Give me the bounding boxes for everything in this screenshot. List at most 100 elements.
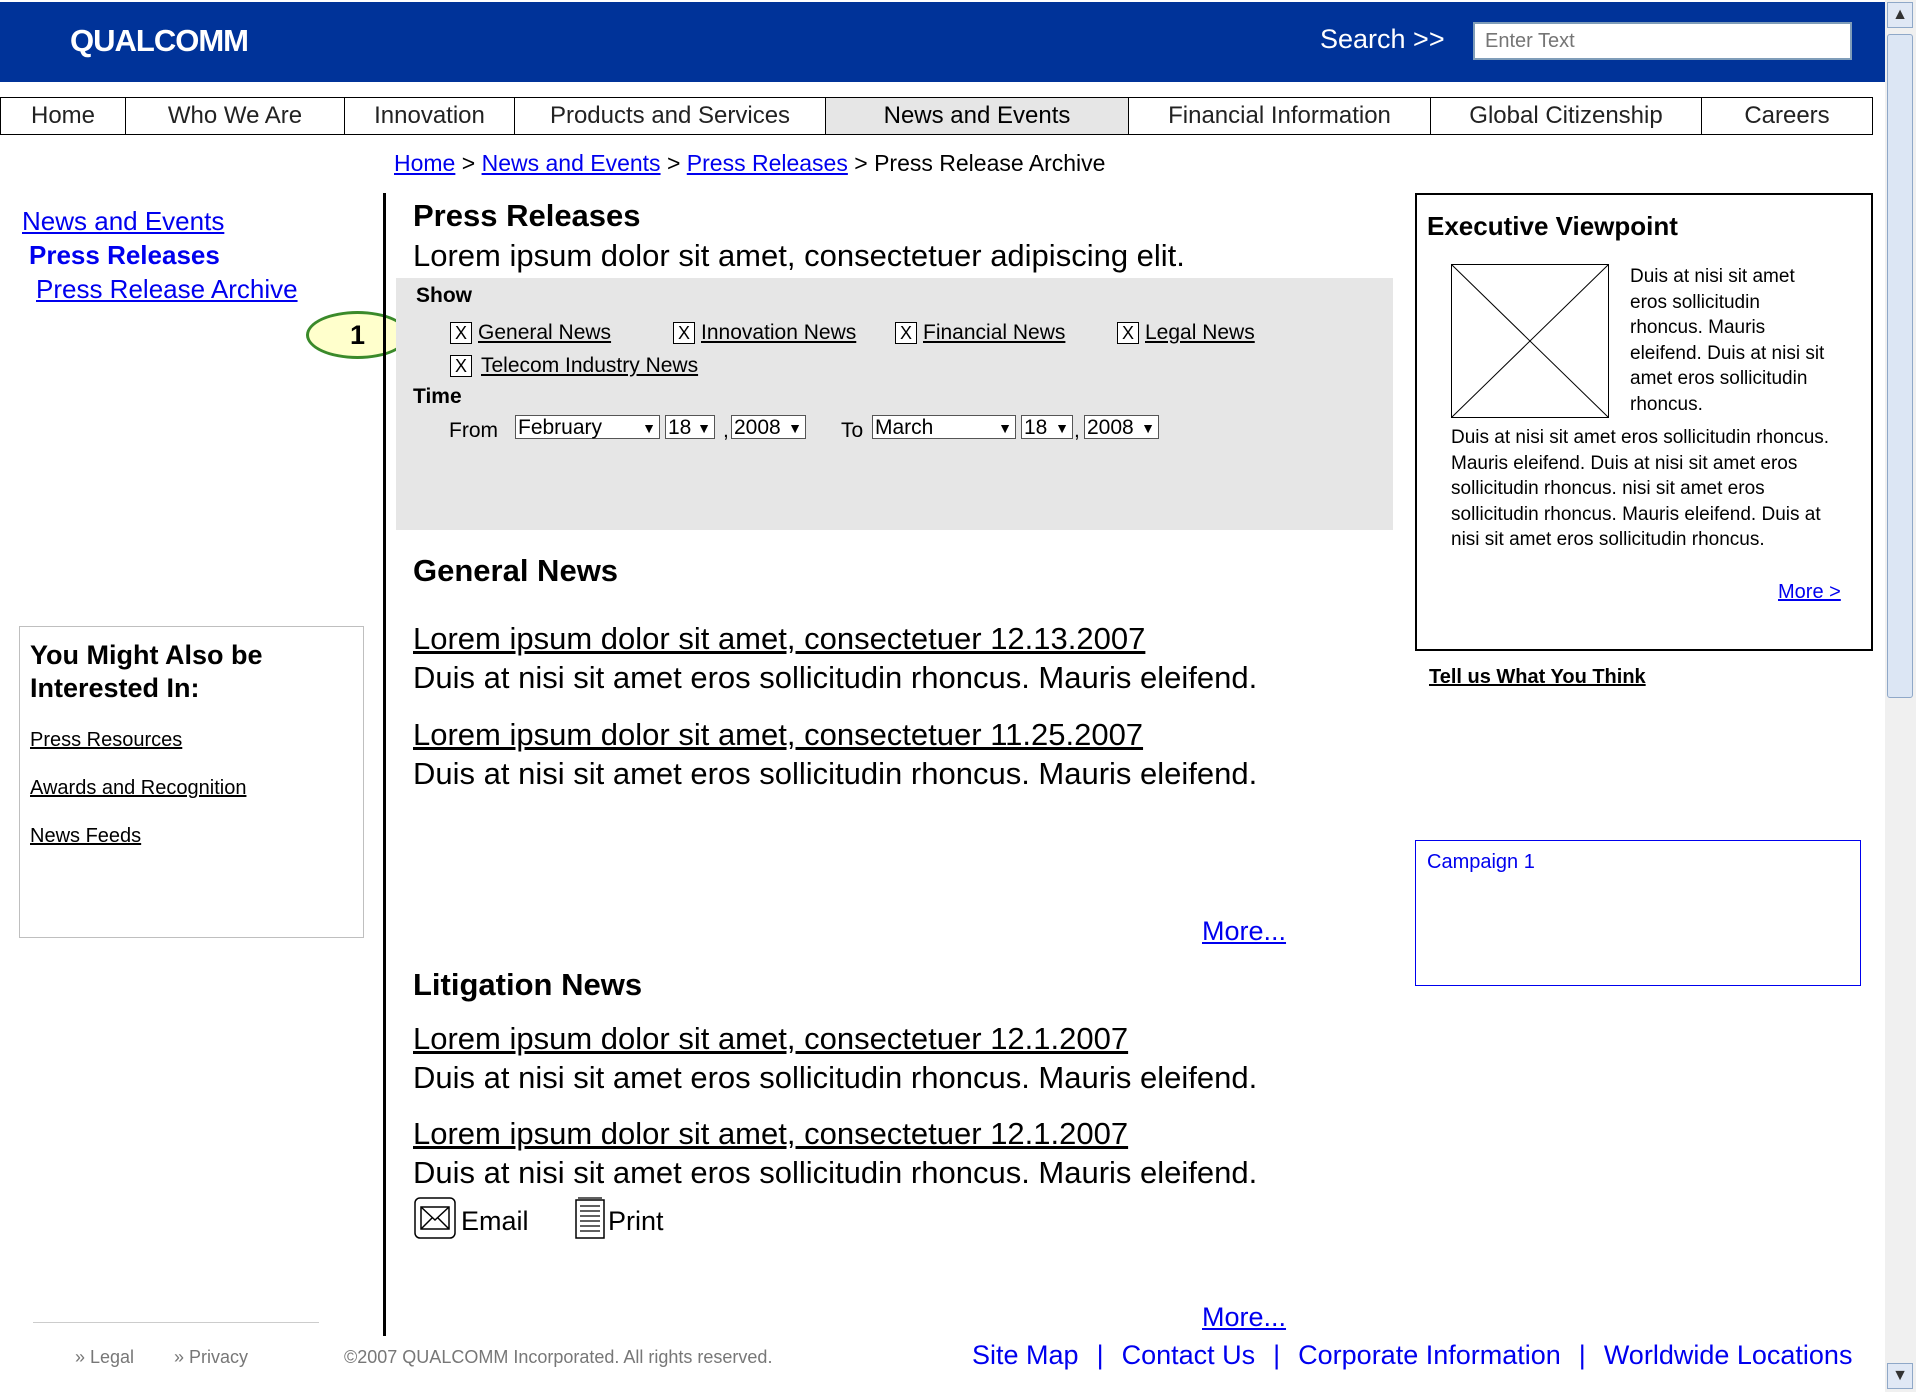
email-label[interactable]: Email: [461, 1206, 529, 1237]
qualcomm-logo[interactable]: QUALCOMM: [70, 23, 249, 59]
dropdown-arrow-icon: ▼: [788, 420, 802, 436]
filter-financial-news[interactable]: X Financial News: [895, 321, 1065, 345]
vertical-scrollbar[interactable]: ▲ ▼: [1885, 0, 1916, 1392]
breadcrumb-separator: >: [847, 150, 875, 176]
filter-general-news[interactable]: X General News: [450, 321, 611, 345]
footer-links: Site Map | Contact Us | Corporate Informatio…: [972, 1340, 1852, 1371]
related-title: You Might Also be Interested In:: [30, 640, 263, 703]
news-item-title[interactable]: Lorem ipsum dolor sit amet, consectetuer…: [413, 717, 1143, 753]
breadcrumb-press-releases[interactable]: Press Releases: [687, 150, 848, 176]
footer-privacy-link[interactable]: » Privacy: [174, 1347, 248, 1368]
news-item-title[interactable]: Lorem ipsum dolor sit amet, consectetuer…: [413, 1116, 1128, 1152]
email-action[interactable]: Email: [413, 1196, 529, 1247]
filter-legal-news[interactable]: X Legal News: [1117, 321, 1255, 345]
breadcrumb-home[interactable]: Home: [394, 150, 455, 176]
checkbox[interactable]: X: [673, 322, 695, 344]
nav-financial-information[interactable]: Financial Information: [1129, 98, 1431, 134]
related-link-news-feeds[interactable]: News Feeds: [30, 825, 353, 848]
executive-viewpoint-text: Duis at nisi sit amet eros sollicitudin …: [1630, 266, 1825, 415]
left-nav-press-release-archive[interactable]: Press Release Archive: [36, 274, 298, 305]
nav-innovation[interactable]: Innovation: [345, 98, 515, 134]
nav-news-and-events[interactable]: News and Events: [826, 98, 1129, 134]
news-item-desc: Duis at nisi sit amet eros sollicitudin …: [413, 1155, 1258, 1190]
time-label: Time: [413, 385, 462, 408]
related-link-awards[interactable]: Awards and Recognition: [30, 777, 353, 800]
to-label: To: [841, 419, 864, 442]
column-divider: [383, 193, 386, 1336]
print-document-icon: [574, 1196, 606, 1247]
scroll-up-icon[interactable]: ▲: [1887, 2, 1913, 28]
image-placeholder-icon: [1450, 263, 1610, 419]
left-nav-press-releases[interactable]: Press Releases: [29, 240, 220, 271]
news-item-desc: Duis at nisi sit amet eros sollicitudin …: [413, 1060, 1258, 1095]
checkbox[interactable]: X: [450, 322, 472, 344]
footer-copyright: ©2007 QUALCOMM Incorporated. All rights …: [344, 1347, 773, 1367]
filter-innovation-news[interactable]: X Innovation News: [673, 321, 856, 345]
breadcrumb-news-and-events[interactable]: News and Events: [482, 150, 661, 176]
select-value: March: [875, 416, 934, 439]
from-month-select[interactable]: February ▼: [515, 415, 660, 439]
select-value: 18: [668, 416, 692, 439]
select-value: 18: [1024, 416, 1048, 439]
show-label: Show: [416, 284, 472, 307]
comma: ,: [723, 419, 729, 442]
feedback-link[interactable]: Tell us What You Think: [1429, 666, 1646, 689]
footer-legal-link[interactable]: » Legal: [75, 1347, 134, 1368]
to-year-select[interactable]: 2008 ▼: [1084, 415, 1159, 439]
checkbox[interactable]: X: [1117, 322, 1139, 344]
filter-label[interactable]: General News: [478, 321, 611, 344]
campaign-label: Campaign 1: [1427, 851, 1535, 873]
nav-home[interactable]: Home: [1, 98, 126, 134]
news-item-title[interactable]: Lorem ipsum dolor sit amet, consectetuer…: [413, 1021, 1128, 1057]
filter-label[interactable]: Legal News: [1145, 321, 1255, 344]
nav-who-we-are[interactable]: Who We Are: [126, 98, 345, 134]
select-value: 2008: [1087, 416, 1134, 439]
news-item-desc: Duis at nisi sit amet eros sollicitudin …: [413, 756, 1258, 791]
filter-label[interactable]: Telecom Industry News: [481, 354, 698, 377]
filter-telecom-industry-news[interactable]: X Telecom Industry News: [450, 354, 698, 378]
print-label[interactable]: Print: [608, 1206, 664, 1237]
from-year-select[interactable]: 2008 ▼: [731, 415, 806, 439]
filter-label[interactable]: Innovation News: [701, 321, 856, 344]
filter-label[interactable]: Financial News: [923, 321, 1065, 344]
litigation-more-link[interactable]: More...: [1202, 1302, 1286, 1333]
select-value: 2008: [734, 416, 781, 439]
left-nav-news-and-events[interactable]: News and Events: [22, 206, 224, 237]
related-link-press-resources[interactable]: Press Resources: [30, 729, 353, 752]
print-action[interactable]: Print: [574, 1196, 664, 1247]
search-label: Search >>: [1320, 24, 1445, 54]
footer-separator: |: [1273, 1340, 1281, 1370]
dropdown-arrow-icon: ▼: [697, 420, 711, 436]
footer-corporate-information-link[interactable]: Corporate Information: [1298, 1340, 1561, 1370]
checkbox[interactable]: X: [895, 322, 917, 344]
footer-worldwide-locations-link[interactable]: Worldwide Locations: [1604, 1340, 1853, 1370]
breadcrumb: Home > News and Events > Press Releases …: [394, 150, 1105, 177]
select-value: February: [518, 416, 603, 439]
dropdown-arrow-icon: ▼: [1141, 420, 1155, 436]
search-input[interactable]: [1473, 22, 1852, 60]
general-more-link[interactable]: More...: [1202, 916, 1286, 947]
from-label: From: [449, 419, 498, 442]
nav-products-and-services[interactable]: Products and Services: [515, 98, 826, 134]
footer-site-map-link[interactable]: Site Map: [972, 1340, 1079, 1370]
footer-divider: [33, 1322, 319, 1323]
page-title: Press Releases: [413, 198, 641, 233]
footer-separator: |: [1096, 1340, 1104, 1370]
scrollbar-thumb[interactable]: [1887, 34, 1913, 698]
to-month-select[interactable]: March ▼: [872, 415, 1016, 439]
executive-viewpoint-more-link[interactable]: More >: [1778, 581, 1841, 604]
nav-careers[interactable]: Careers: [1702, 98, 1872, 134]
footer-contact-us-link[interactable]: Contact Us: [1122, 1340, 1256, 1370]
nav-global-citizenship[interactable]: Global Citizenship: [1431, 98, 1702, 134]
news-item-desc: Duis at nisi sit amet eros sollicitudin …: [413, 660, 1258, 695]
scroll-down-icon[interactable]: ▼: [1887, 1363, 1913, 1389]
checkbox[interactable]: X: [450, 355, 472, 377]
to-day-select[interactable]: 18 ▼: [1021, 415, 1073, 439]
campaign-box[interactable]: Campaign 1: [1415, 840, 1861, 986]
annotation-callout: 1: [306, 311, 409, 359]
news-item-title[interactable]: Lorem ipsum dolor sit amet, consectetuer…: [413, 621, 1145, 657]
breadcrumb-separator: >: [660, 150, 687, 176]
main-nav: Home Who We Are Innovation Products and …: [0, 97, 1873, 135]
from-day-select[interactable]: 18 ▼: [665, 415, 715, 439]
page-subtitle: Lorem ipsum dolor sit amet, consectetuer…: [413, 238, 1185, 273]
